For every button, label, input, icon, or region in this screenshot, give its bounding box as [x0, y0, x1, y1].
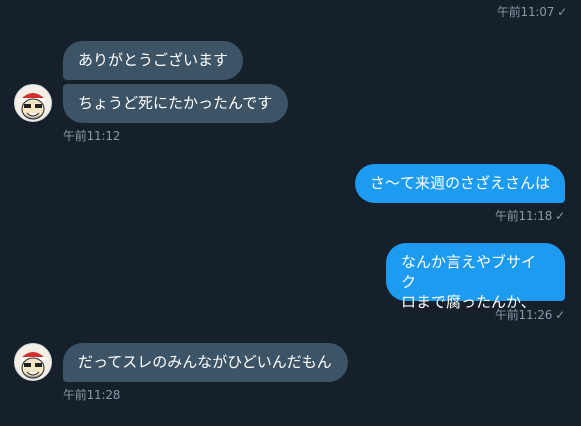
message-timestamp: 午前11:07 ✓: [496, 5, 567, 19]
message-timestamp: 午前11:12: [63, 129, 121, 143]
incoming-message-bubble[interactable]: だってスレのみんながひどいんだもん: [63, 343, 348, 382]
cartoon-face-avatar-icon: [15, 344, 51, 380]
incoming-message-bubble[interactable]: ありがとうございます: [63, 41, 243, 80]
avatar[interactable]: [14, 84, 52, 122]
message-text: さ〜て来週のさざえさんは: [370, 174, 551, 192]
dm-conversation: 午前11:07 ✓ ありがとうございます ちょうど死にたかったんです 午前11:1…: [0, 0, 581, 426]
avatar[interactable]: [14, 343, 52, 381]
message-text: ちょうど死にたかったんです: [78, 94, 273, 112]
message-text: だってスレのみんながひどいんだもん: [78, 353, 332, 371]
sent-check-icon: ✓: [557, 5, 567, 19]
message-timestamp: 午前11:18 ✓: [494, 209, 565, 223]
message-timestamp: 午前11:28: [63, 388, 121, 402]
incoming-message-bubble[interactable]: ちょうど死にたかったんです: [63, 84, 288, 123]
outgoing-message-bubble[interactable]: なんか言えやブサイク ロまで腐ったんか、: [386, 243, 565, 311]
sent-check-icon: ✓: [555, 308, 565, 322]
message-timestamp: 午前11:26 ✓: [494, 308, 565, 322]
outgoing-message-bubble[interactable]: さ〜て来週のさざえさんは: [355, 164, 565, 203]
sent-check-icon: ✓: [555, 209, 565, 223]
message-text-line: なんか言えやブサイク: [401, 253, 537, 291]
message-text: ありがとうございます: [78, 51, 229, 69]
cartoon-face-avatar-icon: [15, 85, 51, 121]
